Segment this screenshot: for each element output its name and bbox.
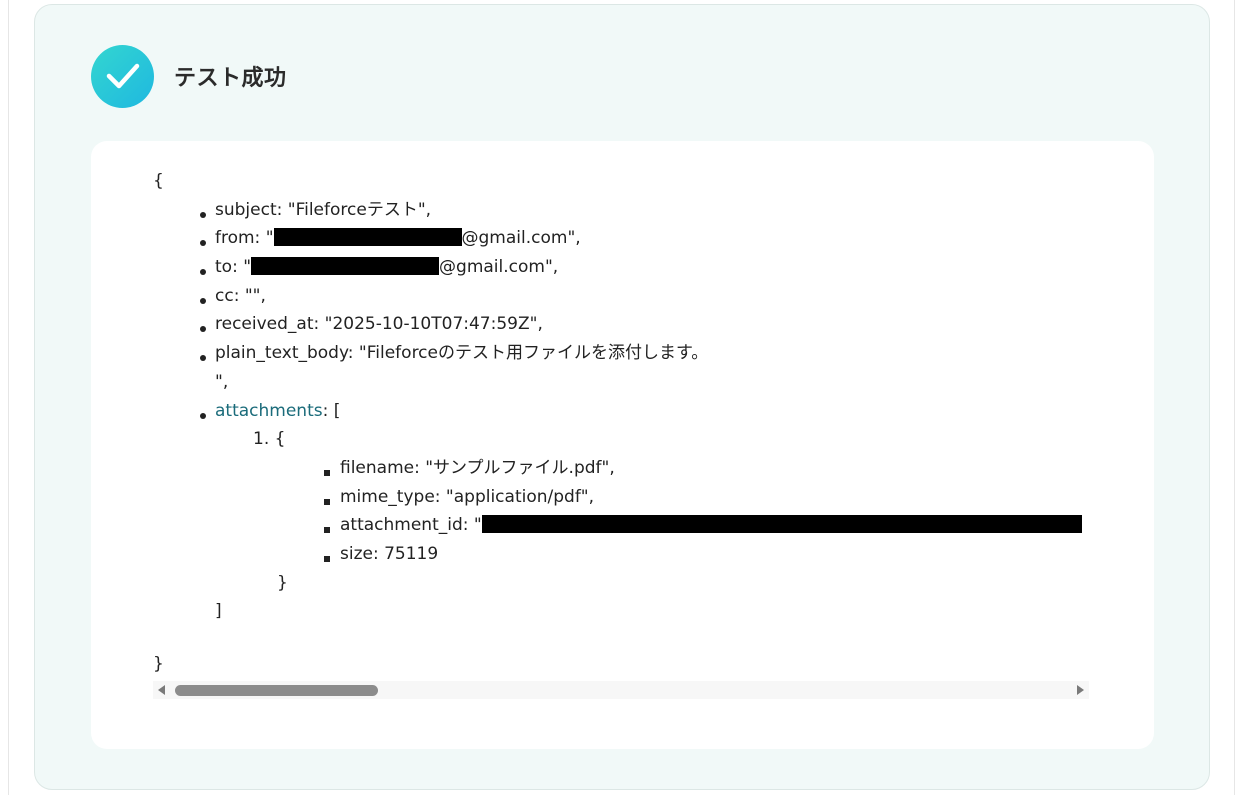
attachment-id-prefix: attachment_id: "	[340, 515, 482, 536]
field-to-prefix: to: "	[215, 257, 252, 278]
field-cc-text: cc: "",	[215, 285, 266, 306]
field-received-at: received_at: "2025-10-10T07:47:59Z",	[153, 310, 1093, 339]
redacted-block	[481, 515, 1082, 534]
scroll-left-arrow-icon[interactable]	[158, 685, 165, 695]
attachment-mime-type-text: mime_type: "application/pdf",	[340, 486, 595, 507]
status-header: テスト成功	[91, 44, 287, 108]
attachment-item-open: 1. {	[253, 429, 286, 450]
attachment-item-close: }	[277, 572, 288, 593]
attachment-mime-type: mime_type: "application/pdf",	[153, 483, 1093, 512]
field-plain-text-body-line1: plain_text_body: "Fileforceのテスト用ファイルを添付し…	[215, 343, 709, 364]
field-subject: subject: "Fileforceテスト",	[153, 196, 1093, 225]
attachment-size: size: 75119	[153, 540, 1093, 569]
field-cc: cc: "",	[153, 282, 1093, 311]
field-plain-text-body-cont: ",	[153, 368, 1093, 397]
horizontal-scrollbar[interactable]	[153, 681, 1089, 699]
field-to-suffix: @gmail.com",	[439, 257, 559, 278]
json-output[interactable]: { subject: "Fileforceテスト", from: " @gmail…	[153, 167, 1093, 677]
field-received-at-text: received_at: "2025-10-10T07:47:59Z",	[215, 314, 543, 335]
field-attachments: attachments: [	[153, 397, 1093, 426]
field-from: from: " @gmail.com",	[153, 224, 1093, 253]
field-from-suffix: @gmail.com",	[461, 228, 581, 249]
output-card: { subject: "Fileforceテスト", from: " @gmail…	[91, 141, 1154, 749]
redacted-block	[251, 257, 440, 276]
close-brace: }	[153, 654, 164, 674]
field-subject-text: subject: "Fileforceテスト",	[215, 199, 432, 220]
attachment-size-text: size: 75119	[340, 543, 439, 564]
field-to: to: " @gmail.com",	[153, 253, 1093, 282]
redacted-block	[273, 228, 462, 247]
open-brace: {	[153, 171, 164, 191]
field-from-prefix: from: "	[215, 228, 274, 249]
attachment-filename-text: filename: "サンプルファイル.pdf",	[340, 457, 615, 478]
scroll-right-arrow-icon[interactable]	[1077, 685, 1084, 695]
attachments-key-link[interactable]: attachments	[215, 401, 323, 421]
field-plain-text-body: plain_text_body: "Fileforceのテスト用ファイルを添付し…	[153, 339, 1093, 368]
attachments-close: ]	[215, 601, 222, 622]
attachment-id: attachment_id: "	[153, 511, 1093, 540]
test-result-panel: テスト成功 { subject: "Fileforceテスト", from: "…	[34, 4, 1210, 790]
attachment-filename: filename: "サンプルファイル.pdf",	[153, 454, 1093, 483]
scrollbar-thumb[interactable]	[175, 685, 378, 696]
check-icon	[91, 44, 154, 108]
status-title: テスト成功	[174, 66, 287, 91]
field-plain-text-body-line2: ",	[215, 371, 229, 392]
attachments-open: : [	[322, 400, 341, 421]
